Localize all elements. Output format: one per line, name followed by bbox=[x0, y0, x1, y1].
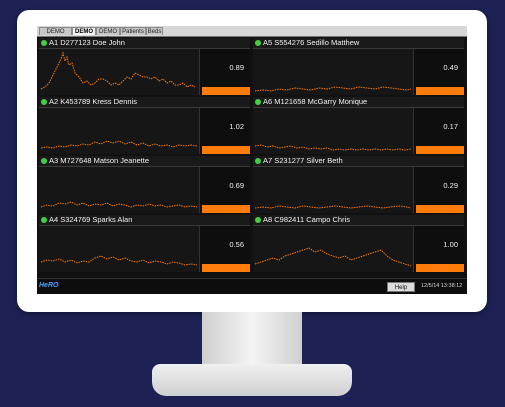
score-value: 1.02 bbox=[229, 122, 244, 131]
status-dot-icon bbox=[41, 99, 47, 105]
trend-chart bbox=[253, 167, 414, 213]
panel-title: A8 C982411 Campo Chris bbox=[263, 215, 350, 224]
tab-demo-a[interactable]: DEMO A bbox=[72, 27, 96, 43]
patient-panel-a7[interactable]: A7 S231277 Silver Beth 0.29 bbox=[253, 156, 464, 213]
score-bar bbox=[202, 205, 250, 213]
patient-panel-a3[interactable]: A3 M727648 Matson Jeanette 0.69 bbox=[39, 156, 250, 213]
score-value: 0.69 bbox=[229, 181, 244, 190]
score-box: 0.56 bbox=[200, 226, 250, 272]
panel-header: A8 C982411 Campo Chris bbox=[253, 215, 464, 226]
trend-line bbox=[254, 144, 412, 151]
tab-demo-nicu[interactable]: DEMO NICU bbox=[39, 27, 72, 43]
panel-title: A7 S231277 Silver Beth bbox=[263, 156, 343, 165]
score-bar bbox=[416, 146, 464, 154]
score-value: 0.49 bbox=[443, 63, 458, 72]
trend-chart bbox=[253, 108, 414, 154]
panel-header: A6 M121658 McGarry Monique bbox=[253, 97, 464, 108]
status-dot-icon bbox=[255, 40, 261, 46]
trend-chart bbox=[39, 49, 200, 95]
help-button[interactable]: Help bbox=[387, 282, 415, 292]
score-bar bbox=[416, 264, 464, 272]
panel-header: A5 S554276 Sedillo Matthew bbox=[253, 38, 464, 49]
panel-header: A1 D277123 Doe John bbox=[39, 38, 250, 49]
score-box: 0.49 bbox=[414, 49, 464, 95]
status-dot-icon bbox=[255, 217, 261, 223]
score-value: 0.17 bbox=[443, 122, 458, 131]
app-screen: DEMO NICU DEMO A DEMO B Patients Beds A1… bbox=[37, 26, 467, 294]
score-box: 0.89 bbox=[200, 49, 250, 95]
score-box: 0.17 bbox=[414, 108, 464, 154]
panel-title: A4 S324769 Sparks Alan bbox=[49, 215, 133, 224]
panel-title: A6 M121658 McGarry Monique bbox=[263, 97, 368, 106]
score-bar bbox=[416, 205, 464, 213]
patient-panel-a2[interactable]: A2 K453789 Kress Dennis 1.02 bbox=[39, 97, 250, 154]
tab-bar: DEMO NICU DEMO A DEMO B Patients Beds bbox=[37, 26, 467, 43]
score-value: 1.00 bbox=[443, 240, 458, 249]
status-dot-icon bbox=[255, 158, 261, 164]
score-box: 1.00 bbox=[414, 226, 464, 272]
trend-line bbox=[254, 205, 412, 209]
timestamp: 12/5/14 13:38:12 bbox=[421, 283, 463, 289]
patient-panel-a4[interactable]: A4 S324769 Sparks Alan 0.56 bbox=[39, 215, 250, 272]
tab-demo-b[interactable]: DEMO B bbox=[96, 27, 120, 43]
panel-title: A3 M727648 Matson Jeanette bbox=[49, 156, 150, 165]
trend-line bbox=[40, 51, 196, 90]
score-value: 0.89 bbox=[229, 63, 244, 72]
tab-beds[interactable]: Beds bbox=[146, 27, 163, 35]
status-bar: HeRO Help 12/5/14 13:38:12 bbox=[37, 278, 467, 294]
trend-chart bbox=[253, 226, 414, 272]
panel-header: A7 S231277 Silver Beth bbox=[253, 156, 464, 167]
status-dot-icon bbox=[41, 158, 47, 164]
patient-panel-a8[interactable]: A8 C982411 Campo Chris 1.00 bbox=[253, 215, 464, 272]
score-box: 0.69 bbox=[200, 167, 250, 213]
panel-header: A2 K453789 Kress Dennis bbox=[39, 97, 250, 108]
trend-chart bbox=[253, 49, 414, 95]
monitor-stand-neck bbox=[202, 312, 302, 368]
patient-panel-a6[interactable]: A6 M121658 McGarry Monique 0.17 bbox=[253, 97, 464, 154]
monitor-stand-base bbox=[152, 364, 352, 396]
patient-panel-a5[interactable]: A5 S554276 Sedillo Matthew 0.49 bbox=[253, 38, 464, 95]
trend-chart bbox=[39, 226, 200, 272]
score-bar bbox=[202, 264, 250, 272]
tab-patients[interactable]: Patients bbox=[120, 27, 146, 35]
panel-title: A5 S554276 Sedillo Matthew bbox=[263, 38, 360, 47]
trend-line bbox=[40, 140, 198, 149]
score-box: 0.29 bbox=[414, 167, 464, 213]
status-dot-icon bbox=[41, 40, 47, 46]
score-bar bbox=[416, 87, 464, 95]
panel-header: A4 S324769 Sparks Alan bbox=[39, 215, 250, 226]
trend-chart bbox=[39, 167, 200, 213]
score-value: 0.29 bbox=[443, 181, 458, 190]
score-value: 0.56 bbox=[229, 240, 244, 249]
trend-line bbox=[40, 255, 198, 266]
panel-header: A3 M727648 Matson Jeanette bbox=[39, 156, 250, 167]
trend-line bbox=[40, 201, 198, 208]
panel-title: A2 K453789 Kress Dennis bbox=[49, 97, 137, 106]
score-bar bbox=[202, 87, 250, 95]
trend-line bbox=[254, 86, 412, 92]
trend-chart bbox=[39, 108, 200, 154]
patient-panel-a1[interactable]: A1 D277123 Doe John 0.89 bbox=[39, 38, 250, 95]
score-bar bbox=[202, 146, 250, 154]
trend-line bbox=[254, 247, 412, 267]
score-box: 1.02 bbox=[200, 108, 250, 154]
status-dot-icon bbox=[41, 217, 47, 223]
hero-logo: HeRO bbox=[39, 282, 59, 289]
panel-title: A1 D277123 Doe John bbox=[49, 38, 125, 47]
status-dot-icon bbox=[255, 99, 261, 105]
